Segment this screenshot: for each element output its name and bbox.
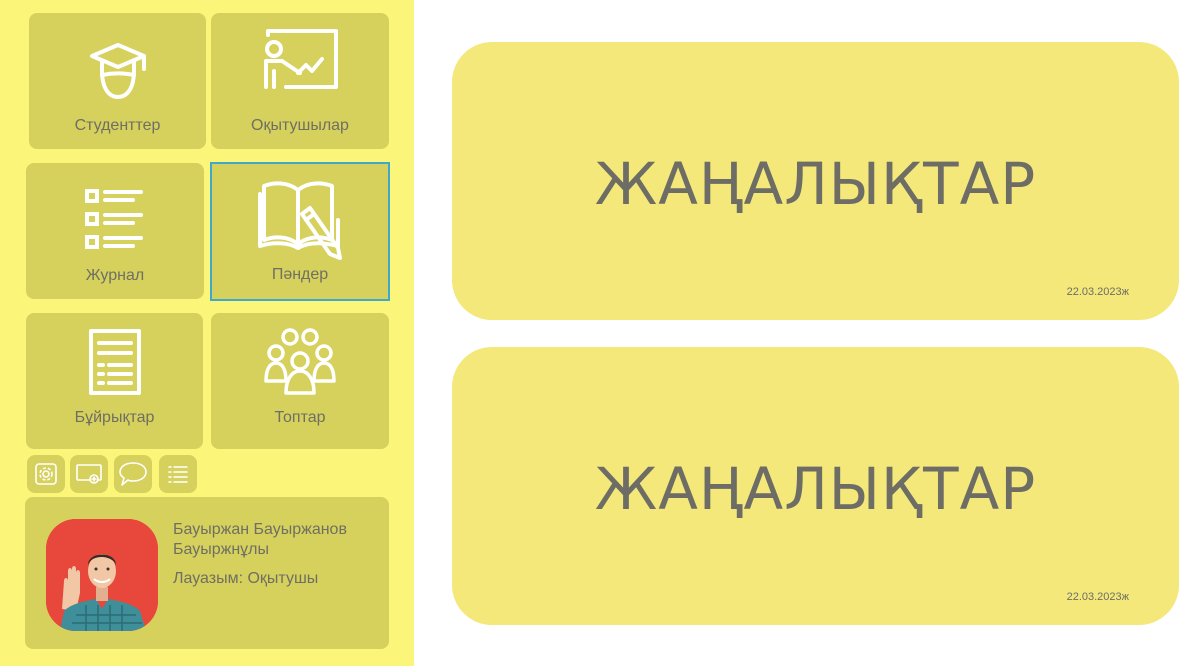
tile-orders[interactable]: Бұйрықтар bbox=[26, 313, 203, 449]
settings-icon bbox=[35, 463, 57, 485]
menu-list-button[interactable] bbox=[159, 455, 197, 493]
tile-label: Журнал bbox=[85, 267, 145, 284]
add-screen-icon bbox=[76, 464, 102, 484]
menu-list-icon bbox=[168, 466, 188, 483]
news-card[interactable]: ЖАҢАЛЫҚТАР 22.03.2023ж bbox=[452, 42, 1179, 320]
chat-icon bbox=[119, 462, 147, 486]
tile-subjects[interactable]: Пәндер bbox=[210, 162, 390, 301]
news-card[interactable]: ЖАҢАЛЫҚТАР 22.03.2023ж bbox=[452, 347, 1179, 625]
profile-card: Бауыржан Бауыржанов Бауыржнұлы Лауазым: … bbox=[25, 497, 389, 649]
add-screen-button[interactable] bbox=[70, 455, 108, 493]
tile-students[interactable]: Студенттер bbox=[29, 13, 206, 149]
graduate-icon bbox=[89, 43, 146, 99]
sidebar: Студенттер Оқытушылар Журнал Пәндер Бұйр… bbox=[0, 0, 414, 666]
avatar[interactable] bbox=[46, 519, 158, 631]
tile-label: Топтар bbox=[274, 409, 326, 426]
book-pencil-icon bbox=[258, 181, 342, 260]
user-role: Лауазым: Оқытушы bbox=[173, 570, 319, 587]
teacher-board-icon bbox=[264, 29, 338, 89]
settings-button[interactable] bbox=[27, 455, 65, 493]
user-name: Бауыржан Бауыржанов Бауыржнұлы bbox=[173, 521, 347, 558]
group-icon bbox=[264, 328, 336, 395]
news-date: 22.03.2023ж bbox=[1066, 591, 1129, 603]
user-photo bbox=[46, 519, 158, 631]
tile-teachers[interactable]: Оқытушылар bbox=[211, 13, 389, 149]
tile-label: Оқытушылар bbox=[251, 117, 349, 134]
tile-journal[interactable]: Журнал bbox=[26, 163, 204, 299]
news-date: 22.03.2023ж bbox=[1066, 286, 1129, 298]
tile-label: Студенттер bbox=[74, 117, 161, 134]
tile-label: Пәндер bbox=[271, 266, 329, 283]
tile-label: Бұйрықтар bbox=[74, 409, 155, 426]
tile-groups[interactable]: Топтар bbox=[211, 313, 389, 449]
list-icon bbox=[85, 189, 143, 249]
news-title: ЖАҢАЛЫҚТАР bbox=[594, 455, 1037, 523]
document-icon bbox=[88, 329, 141, 395]
news-title: ЖАҢАЛЫҚТАР bbox=[594, 150, 1037, 218]
chat-button[interactable] bbox=[114, 455, 152, 493]
